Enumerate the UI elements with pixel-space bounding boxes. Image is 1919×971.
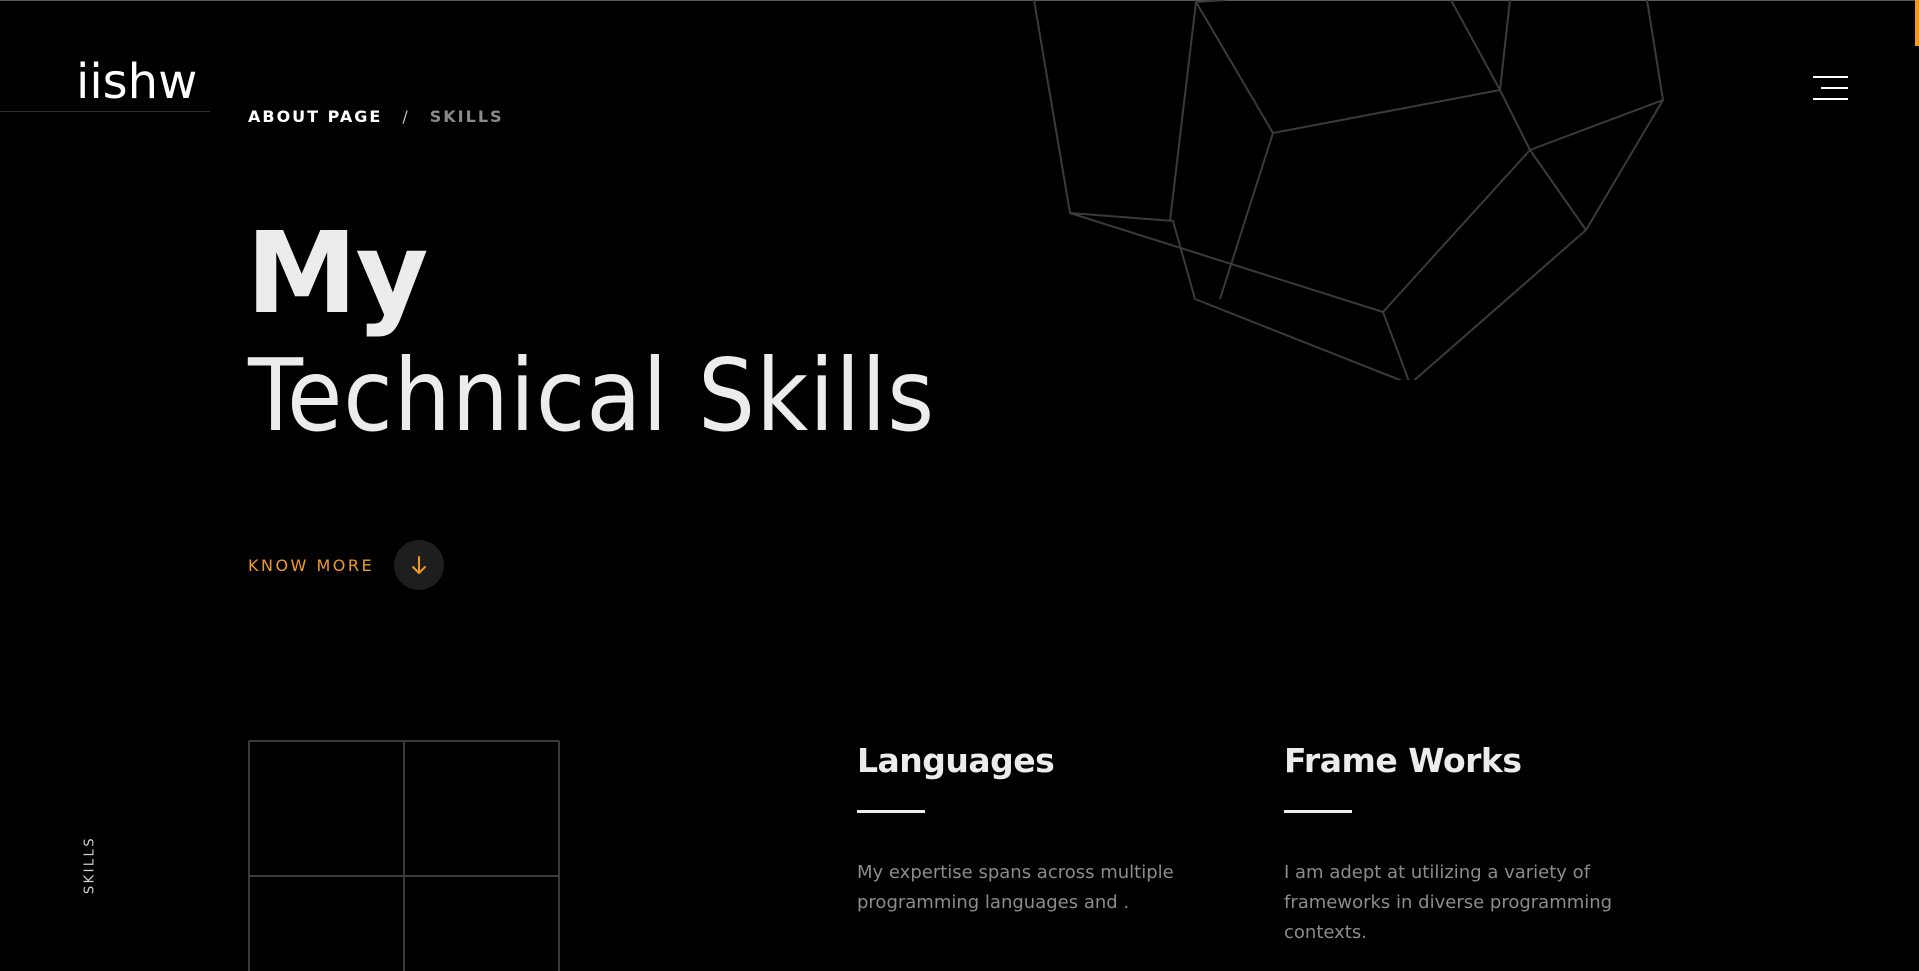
breadcrumb-about-page[interactable]: ABOUT PAGE xyxy=(248,107,382,126)
breadcrumb-current-skills: SKILLS xyxy=(429,107,504,126)
grid-frame-decoration xyxy=(248,740,560,971)
wireframe-polyhedron-decoration xyxy=(1033,0,1665,380)
card-divider xyxy=(1284,810,1352,813)
card-title: Languages xyxy=(857,741,1055,780)
accent-mark xyxy=(1915,0,1919,46)
hero-title-line2: Technical Skills xyxy=(248,337,936,454)
card-divider xyxy=(857,810,925,813)
page: iishw ABOUT PAGE / SKILLS My Technical S… xyxy=(0,0,1919,971)
logo-divider xyxy=(0,111,210,112)
card-title: Frame Works xyxy=(1284,741,1522,780)
skill-card-languages: Languages My expertise spans across mult… xyxy=(857,740,1217,918)
hamburger-menu-icon[interactable] xyxy=(1808,74,1848,104)
know-more-button[interactable]: KNOW MORE xyxy=(248,540,445,590)
side-section-label: SKILLS xyxy=(82,835,98,895)
skill-card-frameworks: Frame Works I am adept at utilizing a va… xyxy=(1284,740,1644,948)
hero-title-line1: My xyxy=(246,209,428,339)
card-description: I am adept at utilizing a variety of fra… xyxy=(1284,862,1613,943)
know-more-label: KNOW MORE xyxy=(248,555,375,575)
card-description: My expertise spans across multiple progr… xyxy=(857,862,1174,913)
logo[interactable]: iishw xyxy=(76,58,197,106)
breadcrumb: ABOUT PAGE / SKILLS xyxy=(248,107,504,126)
arrow-down-icon[interactable] xyxy=(394,540,445,590)
breadcrumb-separator: / xyxy=(402,107,410,126)
